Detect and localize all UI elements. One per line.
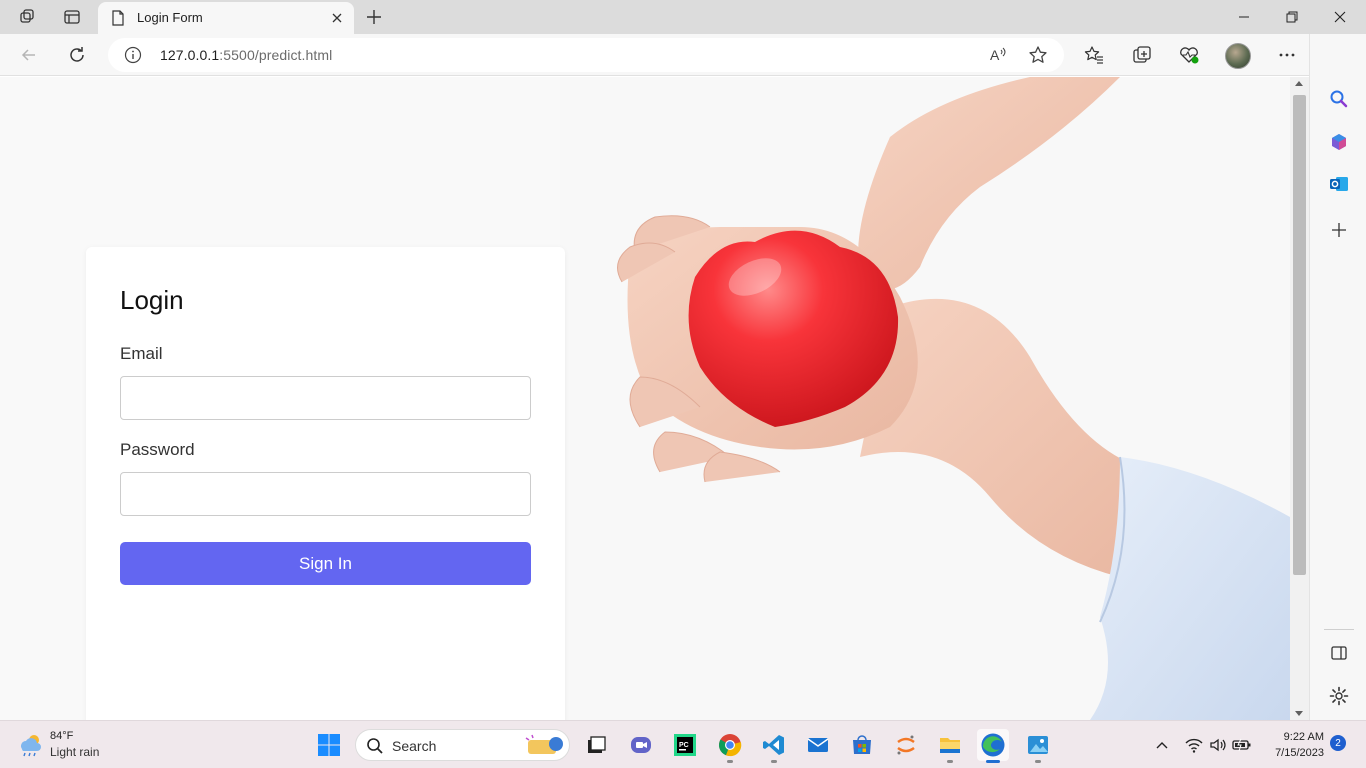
windows-taskbar: 84°F Light rain Search PC 9:22 AM 7/15/2… [0, 720, 1366, 768]
cloud-rain-icon [21, 735, 41, 757]
scroll-down-arrow-icon[interactable] [1295, 711, 1303, 716]
edge-icon[interactable] [977, 729, 1009, 763]
password-label: Password [120, 440, 195, 459]
browser-toolbar: 127.0.0.1:5500/predict.html A [0, 34, 1366, 76]
password-field[interactable] [120, 472, 531, 516]
show-hidden-icons-chevron-icon[interactable] [1152, 735, 1172, 755]
clock-time: 9:22 AM [1283, 731, 1324, 743]
browser-essentials-icon[interactable] [1173, 39, 1205, 71]
close-tab-icon[interactable] [328, 9, 346, 27]
svg-text:PC: PC [679, 742, 689, 749]
email-field[interactable] [120, 376, 531, 420]
close-window-icon[interactable] [1316, 0, 1364, 34]
photos-running-indicator [1035, 760, 1041, 763]
start-icon[interactable] [313, 729, 345, 761]
file-explorer-icon[interactable] [934, 729, 966, 763]
notification-badge[interactable]: 2 [1330, 735, 1346, 751]
favorites-icon[interactable] [1078, 39, 1110, 71]
wifi-icon[interactable] [1184, 735, 1204, 755]
sidebar-office-icon[interactable] [1324, 127, 1354, 157]
new-tab-icon[interactable] [360, 5, 388, 29]
taskbar-search-box[interactable]: Search [355, 729, 570, 761]
back-icon[interactable] [13, 39, 45, 71]
browser-tab-strip: Login Form [0, 0, 1366, 34]
search-highlight-icon [525, 734, 563, 754]
taskbar-clock[interactable]: 9:22 AM 7/15/2023 [1262, 729, 1324, 761]
clock-date: 7/15/2023 [1275, 747, 1324, 759]
page-viewport: Login Email Password Sign In [0, 77, 1290, 720]
svg-text:A: A [990, 47, 1000, 63]
sidebar-settings-gear-icon[interactable] [1324, 681, 1354, 711]
store-icon[interactable] [846, 729, 878, 761]
url-text[interactable]: 127.0.0.1:5500/predict.html [160, 47, 332, 63]
edge-active-indicator [986, 760, 1000, 763]
tab-title: Login Form [137, 10, 203, 25]
tab-actions-icon[interactable] [57, 5, 87, 29]
vscode-running-indicator [771, 760, 777, 763]
chrome-running-indicator [727, 760, 733, 763]
teams-icon[interactable] [625, 729, 657, 761]
sidebar-search-icon[interactable] [1324, 84, 1354, 114]
address-bar[interactable]: 127.0.0.1:5500/predict.html A [108, 38, 1064, 72]
chrome-icon[interactable] [714, 729, 746, 763]
search-icon [366, 737, 384, 760]
site-info-icon[interactable] [124, 46, 142, 69]
weather-temp: 84°F [50, 730, 74, 742]
workspaces-icon[interactable] [13, 5, 43, 29]
profile-avatar[interactable] [1225, 43, 1251, 69]
scroll-thumb[interactable] [1293, 95, 1306, 575]
page-scrollbar[interactable] [1290, 77, 1309, 720]
hide-sidebar-icon[interactable] [1324, 638, 1354, 668]
page-icon [110, 10, 126, 31]
search-label: Search [392, 738, 437, 754]
read-aloud-icon[interactable]: A [988, 45, 1008, 70]
sidebar-add-icon[interactable] [1324, 215, 1354, 245]
vscode-icon[interactable] [758, 729, 790, 763]
sidebar-outlook-icon[interactable] [1324, 169, 1354, 199]
task-view-icon[interactable] [580, 729, 612, 761]
mail-icon[interactable] [802, 729, 834, 761]
weather-widget[interactable]: 84°F Light rain [16, 727, 136, 763]
sidebar-divider [1324, 629, 1354, 630]
url-host: 127.0.0.1 [160, 47, 220, 63]
minimize-icon[interactable] [1220, 0, 1268, 34]
login-card: Login Email Password Sign In [86, 247, 565, 720]
scroll-up-arrow-icon[interactable] [1295, 81, 1303, 86]
pycharm-icon[interactable]: PC [669, 729, 701, 761]
tab-login-form[interactable]: Login Form [98, 2, 354, 34]
login-title: Login [120, 285, 184, 315]
jupyter-icon[interactable] [890, 729, 922, 761]
url-path: :5500/predict.html [219, 47, 333, 63]
more-options-icon[interactable] [1271, 39, 1303, 71]
favorite-star-icon[interactable] [1028, 45, 1048, 70]
refresh-icon[interactable] [61, 39, 93, 71]
sign-in-button[interactable]: Sign In [120, 542, 531, 585]
collections-icon[interactable] [1126, 39, 1158, 71]
photos-icon[interactable] [1022, 729, 1054, 763]
explorer-running-indicator [947, 760, 953, 763]
volume-icon[interactable] [1208, 735, 1228, 755]
heart-in-hand-image [560, 77, 1290, 720]
edge-sidebar [1309, 34, 1366, 720]
weather-condition: Light rain [50, 745, 100, 759]
restore-icon[interactable] [1268, 0, 1316, 34]
email-label: Email [120, 344, 163, 363]
battery-icon[interactable] [1232, 735, 1252, 755]
